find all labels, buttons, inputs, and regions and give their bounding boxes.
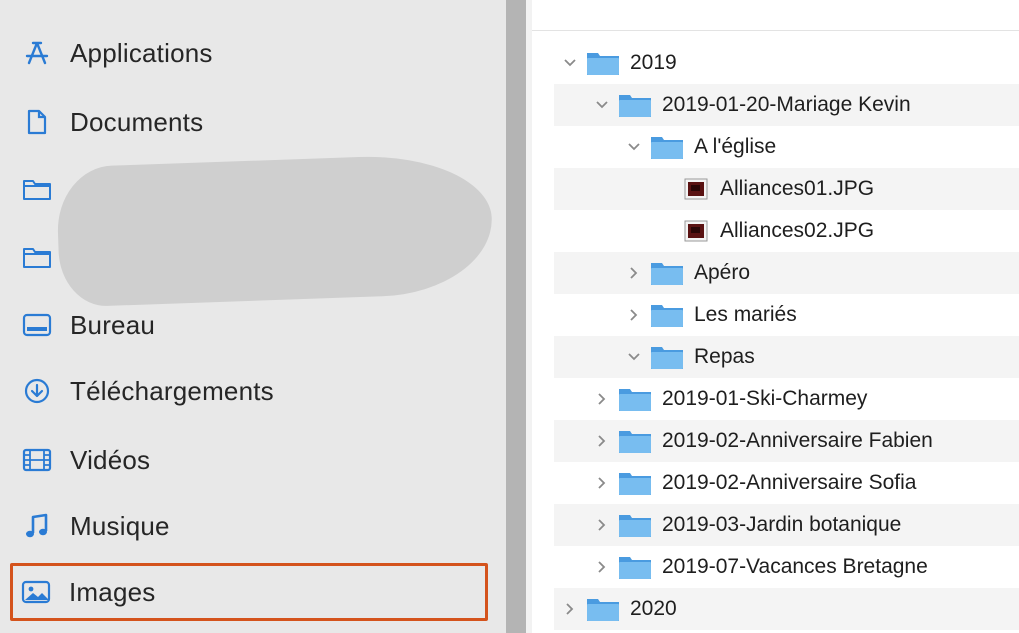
tree-row-label: 2019-07-Vacances Bretagne (662, 555, 928, 578)
folder-icon (619, 95, 651, 117)
sidebar-item-label: Musique (70, 510, 170, 541)
tree-row-mariage-kevin[interactable]: 2019-01-20-Mariage Kevin (554, 84, 1019, 126)
chevron-down-icon[interactable] (626, 349, 642, 365)
tree-row-label: Alliances02.JPG (720, 219, 875, 242)
tree-row-label: Les mariés (694, 303, 797, 326)
sidebar: Applications Documents Bureau Télécharge… (0, 0, 506, 633)
sidebar-item-label: Téléchargements (70, 375, 274, 406)
chevron-right-icon[interactable] (594, 391, 610, 407)
film-icon (22, 445, 52, 475)
sidebar-item-images[interactable]: Images (10, 563, 488, 621)
folder-icon (619, 557, 651, 579)
chevron-right-icon[interactable] (626, 265, 642, 281)
tree-row-anniversaire-sofia[interactable]: 2019-02-Anniversaire Sofia (554, 462, 1019, 504)
tree-row-label: 2019-02-Anniversaire Fabien (662, 429, 933, 452)
tree-row-a-leglise[interactable]: A l'église (554, 126, 1019, 168)
applications-icon (22, 38, 52, 68)
tree-row-label: Alliances01.JPG (720, 177, 875, 200)
document-icon (22, 107, 52, 137)
tree-row-ski-charmey[interactable]: 2019-01-Ski-Charmey (554, 378, 1019, 420)
chevron-right-icon[interactable] (594, 475, 610, 491)
folder-icon (587, 53, 619, 75)
sidebar-item-telechargements[interactable]: Téléchargements (14, 368, 484, 414)
sidebar-item-label: Bureau (70, 309, 156, 340)
sidebar-splitter[interactable] (506, 0, 526, 633)
folder-icon (619, 431, 651, 453)
chevron-right-icon[interactable] (594, 517, 610, 533)
tree-row-label: 2019-01-20-Mariage Kevin (662, 93, 911, 116)
sidebar-item-label: Images (69, 576, 156, 607)
folder-icon (22, 174, 52, 204)
tree-row-alliances01[interactable]: Alliances01.JPG (554, 168, 1019, 210)
sidebar-item-label: Vidéos (70, 444, 151, 475)
folder-icon (22, 242, 52, 272)
chevron-right-icon[interactable] (562, 601, 578, 617)
tree-row-label: Apéro (694, 261, 751, 284)
chevron-right-icon[interactable] (626, 307, 642, 323)
folder-icon (651, 263, 683, 285)
chevron-right-icon[interactable] (594, 559, 610, 575)
tree-row-anniversaire-fabien[interactable]: 2019-02-Anniversaire Fabien (554, 420, 1019, 462)
folder-icon (651, 305, 683, 327)
tree-row-label: Repas (694, 345, 755, 368)
folder-icon (651, 137, 683, 159)
desktop-icon (22, 310, 52, 340)
chevron-down-icon[interactable] (626, 139, 642, 155)
chevron-right-icon[interactable] (594, 433, 610, 449)
folder-icon (587, 599, 619, 621)
chevron-down-icon[interactable] (562, 55, 578, 71)
tree-row-label: 2020 (630, 597, 677, 620)
chevron-down-icon[interactable] (594, 97, 610, 113)
image-file-icon (684, 220, 708, 242)
music-note-icon (22, 511, 52, 541)
tree-row-label: 2019 (630, 51, 677, 74)
tree-row-vacances-bretagne[interactable]: 2019-07-Vacances Bretagne (554, 546, 1019, 588)
tree-row-2019[interactable]: 2019 (554, 42, 1019, 84)
tree-row-alliances02[interactable]: Alliances02.JPG (554, 210, 1019, 252)
tree-row-jardin-botanique[interactable]: 2019-03-Jardin botanique (554, 504, 1019, 546)
sidebar-item-videos[interactable]: Vidéos (14, 437, 484, 483)
sidebar-item-applications[interactable]: Applications (14, 30, 484, 76)
file-tree: 2019 2019-01-20-Mariage Kevin A l'église (532, 30, 1019, 633)
sidebar-item-label: Documents (70, 106, 204, 137)
image-file-icon (684, 178, 708, 200)
folder-icon (619, 473, 651, 495)
sidebar-item-bureau[interactable]: Bureau (14, 302, 484, 348)
tree-row-2020[interactable]: 2020 (554, 588, 1019, 630)
redacted-area (55, 152, 495, 308)
download-icon (22, 376, 52, 406)
tree-row-les-maries[interactable]: Les mariés (554, 294, 1019, 336)
folder-icon (619, 515, 651, 537)
sidebar-item-documents[interactable]: Documents (14, 99, 484, 145)
folder-icon (619, 389, 651, 411)
tree-row-label: 2019-03-Jardin botanique (662, 513, 902, 536)
folder-icon (651, 347, 683, 369)
tree-row-label: 2019-01-Ski-Charmey (662, 387, 868, 410)
tree-row-apero[interactable]: Apéro (554, 252, 1019, 294)
finder-window: Applications Documents Bureau Télécharge… (0, 0, 1019, 633)
tree-row-label: A l'église (694, 135, 777, 158)
photo-icon (21, 577, 51, 607)
sidebar-item-label: Applications (70, 37, 213, 68)
tree-row-label: 2019-02-Anniversaire Sofia (662, 471, 917, 494)
sidebar-item-musique[interactable]: Musique (14, 503, 484, 549)
tree-row-repas[interactable]: Repas (554, 336, 1019, 378)
